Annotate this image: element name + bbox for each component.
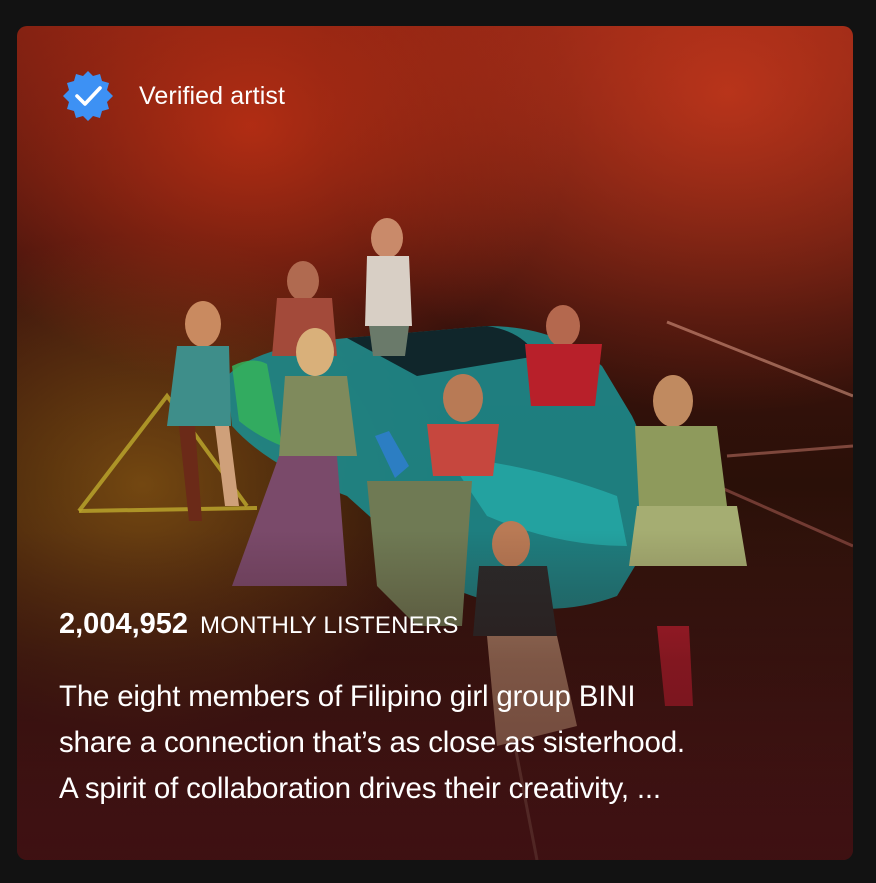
monthly-listeners-count: 2,004,952 — [59, 608, 189, 640]
artist-bio[interactable]: The eight members of Filipino girl group… — [59, 674, 839, 812]
monthly-listeners-label: MONTHLY LISTENERS — [200, 612, 459, 639]
artist-bio-line: The eight members of Filipino girl group… — [59, 680, 636, 713]
artist-bio-line: share a connection that’s as close as si… — [59, 726, 685, 759]
monthly-listeners: 2,004,952 MONTHLY LISTENERS — [59, 608, 459, 641]
artist-bio-line: A spirit of collaboration drives their c… — [59, 772, 661, 805]
verified-badge-icon — [63, 71, 113, 121]
verified-artist-badge: Verified artist — [61, 70, 285, 122]
verified-artist-label: Verified artist — [139, 81, 286, 110]
artist-about-card[interactable]: Verified artist 2,004,952 MONTHLY LISTEN… — [17, 26, 853, 860]
